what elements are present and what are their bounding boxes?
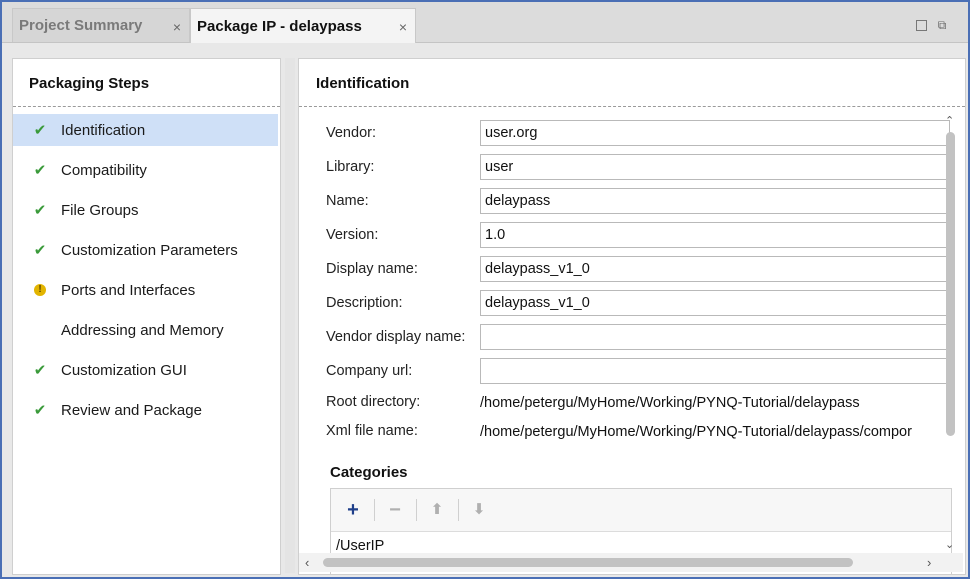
divider xyxy=(13,106,280,107)
version-field[interactable]: 1.0 xyxy=(480,222,950,248)
scroll-thumb[interactable] xyxy=(946,132,955,436)
float-window-icon[interactable]: ⧉ xyxy=(936,19,948,31)
tab-label: Project Summary xyxy=(19,17,143,34)
close-icon[interactable]: × xyxy=(173,19,181,35)
categories-toolbar: + − ⬆ ⬇ xyxy=(331,489,951,532)
root-directory-label: Root directory: xyxy=(326,394,421,410)
toolbar-separator xyxy=(416,499,417,521)
package-ip-window: Project Summary × Package IP - delaypass… xyxy=(0,0,970,579)
company-url-label: Company url: xyxy=(326,363,413,379)
packaging-steps-panel: Packaging Steps ✔ Identification ✔ Compa… xyxy=(12,58,281,575)
list-item[interactable]: /UserIP xyxy=(336,538,384,554)
step-ports-and-interfaces[interactable]: ! Ports and Interfaces xyxy=(13,274,278,306)
categories-title: Categories xyxy=(330,464,408,481)
step-customization-gui[interactable]: ✔ Customization GUI xyxy=(13,354,278,386)
scroll-left-icon[interactable]: ‹ xyxy=(305,555,309,570)
check-icon: ✔ xyxy=(33,402,47,419)
description-field[interactable]: delaypass_v1_0 xyxy=(480,290,950,316)
toolbar-separator xyxy=(458,499,459,521)
vendor-display-name-label: Vendor display name: xyxy=(326,329,466,345)
step-review-and-package[interactable]: ✔ Review and Package xyxy=(13,394,278,426)
check-icon: ✔ xyxy=(33,122,47,139)
tab-package-ip[interactable]: Package IP - delaypass × xyxy=(190,8,416,43)
name-label: Name: xyxy=(326,193,369,209)
company-url-field[interactable] xyxy=(480,358,950,384)
section-title: Identification xyxy=(316,75,410,92)
identification-panel: Identification Vendor: user.org Library:… xyxy=(298,58,966,575)
root-directory-value: /home/petergu/MyHome/Working/PYNQ-Tutori… xyxy=(480,395,860,411)
vendor-field[interactable]: user.org xyxy=(480,120,950,146)
vendor-display-name-field[interactable] xyxy=(480,324,950,350)
divider xyxy=(299,106,965,107)
close-icon[interactable]: × xyxy=(399,19,407,35)
scroll-right-icon[interactable]: › xyxy=(927,555,931,570)
check-icon: ✔ xyxy=(33,202,47,219)
panel-splitter[interactable] xyxy=(285,58,295,573)
step-label: Ports and Interfaces xyxy=(61,281,196,299)
move-down-button[interactable]: ⬇ xyxy=(466,497,492,523)
step-label: Customization Parameters xyxy=(61,241,238,259)
warning-icon: ! xyxy=(34,284,46,296)
step-addressing-and-memory[interactable]: Addressing and Memory xyxy=(13,314,278,346)
horizontal-scrollbar[interactable]: ‹ › xyxy=(299,553,963,572)
add-category-button[interactable]: + xyxy=(340,497,366,523)
display-name-field[interactable]: delaypass_v1_0 xyxy=(480,256,950,282)
toolbar-separator xyxy=(374,499,375,521)
library-field[interactable]: user xyxy=(480,154,950,180)
description-label: Description: xyxy=(326,295,403,311)
scroll-up-icon[interactable]: ⌃ xyxy=(945,114,954,127)
step-label: Review and Package xyxy=(61,401,202,419)
move-up-button[interactable]: ⬆ xyxy=(424,497,450,523)
step-label: File Groups xyxy=(61,201,139,219)
xml-file-name-label: Xml file name: xyxy=(326,423,418,439)
check-icon: ✔ xyxy=(33,162,47,179)
vendor-label: Vendor: xyxy=(326,125,376,141)
step-customization-parameters[interactable]: ✔ Customization Parameters xyxy=(13,234,278,266)
step-file-groups[interactable]: ✔ File Groups xyxy=(13,194,278,226)
vertical-scrollbar[interactable]: ⌃ ⌄ xyxy=(943,114,959,554)
step-label: Addressing and Memory xyxy=(61,321,224,339)
step-compatibility[interactable]: ✔ Compatibility xyxy=(13,154,278,186)
library-label: Library: xyxy=(326,159,375,175)
display-name-label: Display name: xyxy=(326,261,418,277)
name-field[interactable]: delaypass xyxy=(480,188,950,214)
check-icon: ✔ xyxy=(33,362,47,379)
xml-file-name-value: /home/petergu/MyHome/Working/PYNQ-Tutori… xyxy=(480,424,912,440)
check-icon: ✔ xyxy=(33,242,47,259)
step-identification[interactable]: ✔ Identification xyxy=(13,114,278,146)
tab-label: Package IP - delaypass xyxy=(197,17,362,35)
panel-title: Packaging Steps xyxy=(29,75,150,92)
tab-bar: Project Summary × Package IP - delaypass… xyxy=(2,2,968,43)
step-label: Identification xyxy=(61,121,146,139)
step-label: Customization GUI xyxy=(61,361,187,379)
step-label: Compatibility xyxy=(61,161,147,179)
scroll-down-icon[interactable]: ⌄ xyxy=(945,538,954,551)
tab-project-summary[interactable]: Project Summary × xyxy=(12,8,190,42)
restore-icon[interactable] xyxy=(916,20,927,31)
scroll-thumb[interactable] xyxy=(323,558,853,567)
remove-category-button[interactable]: − xyxy=(382,497,408,523)
version-label: Version: xyxy=(326,227,379,243)
